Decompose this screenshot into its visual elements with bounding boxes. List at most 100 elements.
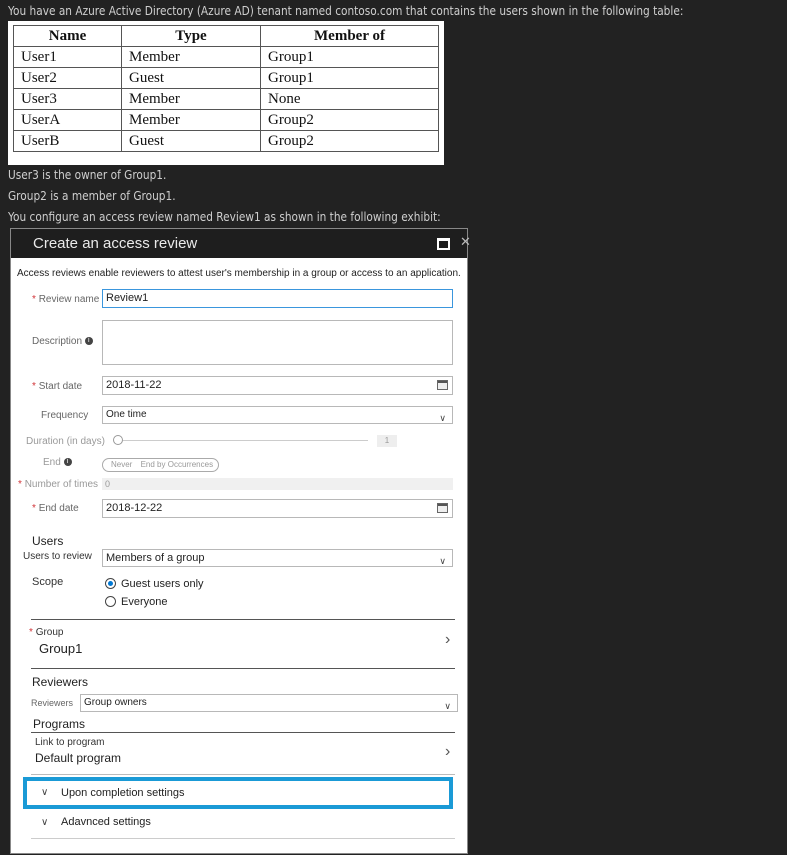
programs-section-title: Programs xyxy=(33,717,86,731)
required-marker: * xyxy=(32,381,36,392)
group-value: Group1 xyxy=(39,641,83,656)
scope-label: Scope xyxy=(32,576,64,588)
divider xyxy=(31,619,455,620)
users-section-title: Users xyxy=(32,534,64,548)
cell-member-of: Group2 xyxy=(260,109,439,131)
cell-type: Member xyxy=(121,46,261,68)
cell-name: UserB xyxy=(13,130,122,152)
cell-name: UserA xyxy=(13,109,122,131)
duration-slider-track[interactable] xyxy=(123,440,368,441)
cell-type: Member xyxy=(121,109,261,131)
chevron-right-icon: › xyxy=(445,743,451,760)
panel-title: Create an access review xyxy=(33,235,198,252)
advanced-settings-row[interactable]: ∨ Adavnced settings xyxy=(23,813,453,837)
intro-line-2: User3 is the owner of Group1. xyxy=(8,168,167,182)
review-name-label-row: * Review name xyxy=(32,294,99,305)
table-row: UserB Guest Group2 xyxy=(13,130,439,152)
users-to-review-select[interactable]: Members of a group ∨ xyxy=(102,549,453,567)
end-label: End xyxy=(43,457,61,468)
chevron-down-icon: ∨ xyxy=(439,413,446,423)
cell-name: User1 xyxy=(13,46,122,68)
end-option-occurrences[interactable]: Occurrences xyxy=(168,460,213,469)
end-label-row: End i xyxy=(43,457,72,468)
intro-line-3: Group2 is a member of Group1. xyxy=(8,189,176,203)
group-label-row: * Group xyxy=(29,627,63,638)
table-row: UserA Member Group2 xyxy=(13,109,439,131)
required-marker: * xyxy=(29,627,33,638)
frequency-label: Frequency xyxy=(41,410,89,421)
start-date-value: 2018-11-22 xyxy=(106,379,162,391)
users-to-review-label: Users to review xyxy=(23,551,92,562)
column-header-member-of: Member of xyxy=(260,25,439,47)
required-marker: * xyxy=(18,479,22,490)
end-date-input[interactable]: 2018-12-22 xyxy=(102,499,453,518)
cell-name: User3 xyxy=(13,88,122,110)
description-label: Description xyxy=(32,336,83,347)
description-textarea[interactable] xyxy=(102,320,453,365)
intro-line-4: You configure an access review named Rev… xyxy=(8,210,441,224)
group-row[interactable]: * Group Group1 › xyxy=(29,627,455,667)
start-date-label-row: * Start date xyxy=(32,381,82,392)
chevron-down-icon: ∨ xyxy=(444,701,451,711)
end-date-label: End date xyxy=(38,503,79,514)
table-header-row: Name Type Member of xyxy=(13,25,439,47)
reviewers-label: Reviewers xyxy=(31,698,74,708)
cell-type: Member xyxy=(121,88,261,110)
chevron-down-icon: ∨ xyxy=(41,787,49,798)
reviewers-select[interactable]: Group owners ∨ xyxy=(80,694,458,712)
cell-type: Guest xyxy=(121,67,261,89)
number-of-times-input[interactable]: 0 xyxy=(102,478,453,490)
users-to-review-value: Members of a group xyxy=(106,552,205,564)
link-to-program-value: Default program xyxy=(35,751,122,765)
chevron-right-icon: › xyxy=(445,631,451,648)
divider xyxy=(31,668,455,669)
cell-member-of: Group1 xyxy=(260,67,439,89)
start-date-input[interactable]: 2018-11-22 xyxy=(102,376,453,395)
reviewers-value: Group owners xyxy=(84,697,147,708)
calendar-icon[interactable] xyxy=(437,380,448,390)
required-marker: * xyxy=(32,294,36,305)
table-row: User2 Guest Group1 xyxy=(13,67,439,89)
number-of-times-label: Number of times xyxy=(24,479,99,490)
scope-option-everyone-label: Everyone xyxy=(121,596,168,608)
panel-description: Access reviews enable reviewers to attes… xyxy=(17,268,461,279)
review-name-input[interactable]: Review1 xyxy=(102,289,453,308)
close-icon[interactable]: ✕ xyxy=(460,234,471,250)
frequency-value: One time xyxy=(106,409,147,420)
review-name-value: Review1 xyxy=(106,292,149,304)
chevron-down-icon: ∨ xyxy=(439,556,446,566)
required-marker: * xyxy=(32,503,36,514)
cell-member-of: Group1 xyxy=(260,46,439,68)
link-to-program-row[interactable]: Link to program Default program › xyxy=(35,737,459,773)
divider xyxy=(31,774,455,775)
group-label: Group xyxy=(35,627,64,638)
duration-value: 1 xyxy=(377,435,397,447)
end-toggle-group: Never End by Occurrences xyxy=(102,458,219,472)
duration-label: Duration (in days) xyxy=(26,436,105,447)
cell-member-of: Group2 xyxy=(260,130,439,152)
column-header-type: Type xyxy=(121,25,261,47)
users-table: Name Type Member of User1 Member Group1 … xyxy=(13,25,439,152)
scope-radio-everyone[interactable] xyxy=(105,596,116,607)
column-header-name: Name xyxy=(13,25,122,47)
upon-completion-settings-row[interactable]: ∨ Upon completion settings xyxy=(23,777,453,809)
calendar-icon[interactable] xyxy=(437,503,448,513)
upon-completion-settings-label: Upon completion settings xyxy=(61,787,185,799)
maximize-icon[interactable] xyxy=(437,238,450,250)
duration-slider-handle[interactable] xyxy=(113,435,123,445)
info-icon: i xyxy=(63,458,72,467)
review-name-label: Review name xyxy=(38,294,100,305)
end-option-end-by[interactable]: End by xyxy=(135,460,166,469)
description-label-row: Description i xyxy=(32,336,93,347)
access-review-panel: Create an access review ✕ Access reviews… xyxy=(10,228,471,854)
number-of-times-label-row: * Number of times xyxy=(18,479,98,490)
scope-option-guest-label: Guest users only xyxy=(121,578,204,590)
divider xyxy=(31,838,455,839)
intro-line-1: You have an Azure Active Directory (Azur… xyxy=(8,4,684,18)
advanced-settings-label: Adavnced settings xyxy=(61,816,151,828)
end-option-never[interactable]: Never xyxy=(103,460,132,469)
table-row: User3 Member None xyxy=(13,88,439,110)
scope-radio-guest[interactable] xyxy=(105,578,116,589)
cell-member-of: None xyxy=(260,88,439,110)
frequency-select[interactable]: One time ∨ xyxy=(102,406,453,424)
